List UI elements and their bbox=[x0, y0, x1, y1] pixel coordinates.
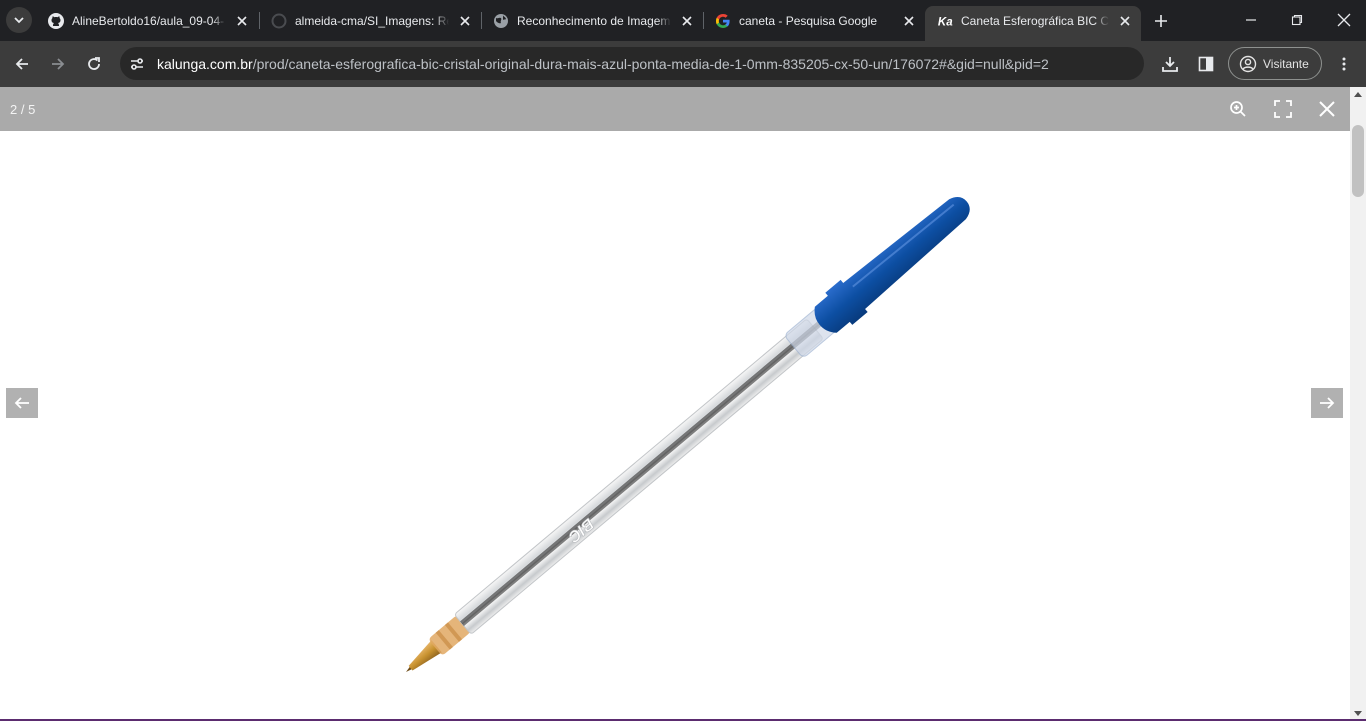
browser-toolbar: kalunga.com.br/prod/caneta-esferografica… bbox=[0, 41, 1366, 87]
chevron-down-icon bbox=[14, 17, 24, 24]
fullscreen-button[interactable] bbox=[1271, 97, 1295, 121]
close-icon bbox=[1337, 13, 1351, 27]
close-icon[interactable] bbox=[234, 13, 250, 29]
tab-title: AlineBertoldo16/aula_09-04- bbox=[72, 13, 226, 28]
tab-title: almeida-cma/SI_Imagens: Re bbox=[295, 13, 449, 28]
zoom-button[interactable] bbox=[1226, 97, 1250, 121]
arrow-left-icon bbox=[14, 397, 29, 409]
scroll-up-icon[interactable] bbox=[1354, 92, 1362, 97]
forward-button[interactable] bbox=[46, 52, 70, 76]
scroll-down-icon[interactable] bbox=[1354, 711, 1362, 716]
tab-title: Reconhecimento de Imagem bbox=[517, 13, 671, 28]
image-counter: 2 / 5 bbox=[10, 102, 36, 117]
profile-button[interactable]: Visitante bbox=[1228, 47, 1322, 80]
tab-title: Caneta Esferográfica BIC Crist bbox=[961, 13, 1109, 28]
next-image-button[interactable] bbox=[1311, 388, 1343, 418]
previous-image-button[interactable] bbox=[6, 388, 38, 418]
globe-icon bbox=[493, 13, 509, 29]
reload-button[interactable] bbox=[82, 52, 106, 76]
tab-reconhecimento[interactable]: Reconhecimento de Imagem bbox=[481, 6, 703, 35]
side-panel-icon bbox=[1198, 56, 1214, 72]
address-bar[interactable]: kalunga.com.br/prod/caneta-esferografica… bbox=[120, 47, 1144, 80]
fullscreen-icon bbox=[1274, 100, 1292, 118]
arrow-right-icon bbox=[52, 58, 65, 70]
close-icon[interactable] bbox=[457, 13, 473, 29]
url-path: /prod/caneta-esferografica-bic-cristal-o… bbox=[252, 55, 1049, 72]
github-loading-icon bbox=[271, 13, 287, 29]
tab-strip: AlineBertoldo16/aula_09-04- almeida-cma/… bbox=[0, 0, 1366, 41]
profile-avatar-icon bbox=[1239, 55, 1257, 73]
arrow-right-icon bbox=[1320, 397, 1335, 409]
pen-image: BIC bbox=[406, 197, 970, 672]
restore-button[interactable] bbox=[1285, 8, 1309, 32]
site-settings-icon[interactable] bbox=[126, 53, 148, 75]
minimize-icon bbox=[1246, 19, 1256, 21]
more-vert-icon bbox=[1342, 57, 1346, 71]
tab-github-aula[interactable]: AlineBertoldo16/aula_09-04- bbox=[36, 6, 258, 35]
browser-menu-button[interactable] bbox=[1332, 52, 1356, 76]
close-window-button[interactable] bbox=[1332, 8, 1356, 32]
tab-github-si-imagens[interactable]: almeida-cma/SI_Imagens: Re bbox=[259, 6, 481, 35]
new-tab-button[interactable] bbox=[1151, 11, 1171, 31]
profile-label: Visitante bbox=[1263, 56, 1309, 71]
downloads-button[interactable] bbox=[1158, 52, 1182, 76]
lightbox-top-bar: 2 / 5 bbox=[0, 87, 1350, 131]
close-icon[interactable] bbox=[901, 13, 917, 29]
download-icon bbox=[1162, 57, 1178, 72]
close-icon bbox=[1319, 101, 1335, 117]
tab-title: caneta - Pesquisa Google bbox=[739, 13, 893, 28]
page-scrollbar[interactable] bbox=[1350, 87, 1366, 721]
reload-icon bbox=[88, 57, 100, 70]
google-icon bbox=[715, 13, 731, 29]
plus-icon bbox=[1155, 15, 1167, 27]
side-panel-button[interactable] bbox=[1194, 52, 1218, 76]
minimize-button[interactable] bbox=[1239, 8, 1263, 32]
zoom-in-icon bbox=[1230, 101, 1246, 117]
tab-search-button[interactable] bbox=[6, 7, 32, 33]
scrollbar-thumb[interactable] bbox=[1352, 125, 1364, 197]
tab-google-search[interactable]: caneta - Pesquisa Google bbox=[703, 6, 925, 35]
arrow-left-icon bbox=[15, 58, 28, 70]
close-icon[interactable] bbox=[679, 13, 695, 29]
close-icon[interactable] bbox=[1117, 13, 1133, 29]
image-stage: BIC bbox=[0, 131, 1350, 721]
svg-text:Ka: Ka bbox=[938, 16, 953, 28]
back-button[interactable] bbox=[10, 52, 34, 76]
url-host: kalunga.com.br bbox=[157, 55, 253, 72]
close-viewer-button[interactable] bbox=[1315, 97, 1339, 121]
restore-icon bbox=[1291, 14, 1303, 26]
github-icon bbox=[48, 12, 64, 29]
tab-kalunga-caneta[interactable]: Ka Caneta Esferográfica BIC Crist bbox=[925, 6, 1141, 41]
url-text: kalunga.com.br/prod/caneta-esferografica… bbox=[157, 56, 1049, 72]
kalunga-icon: Ka bbox=[937, 13, 953, 29]
